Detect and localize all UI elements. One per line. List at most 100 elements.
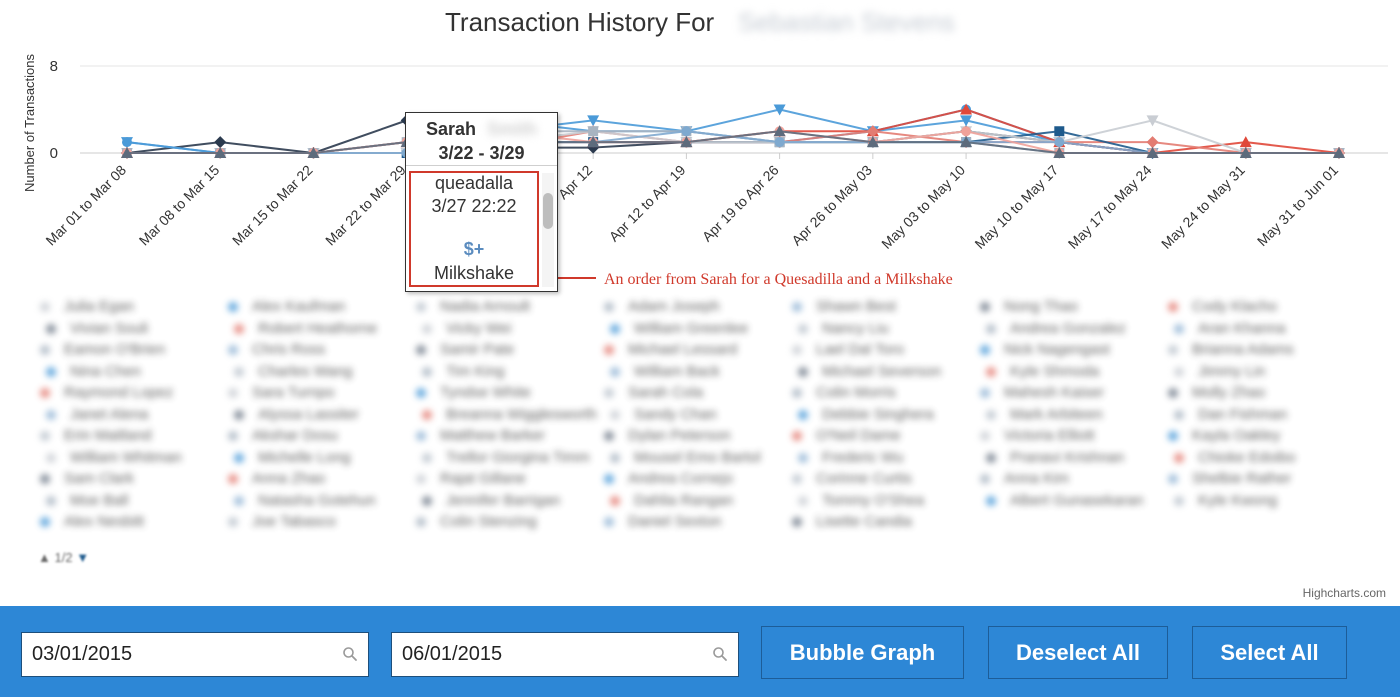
highcharts-credit[interactable]: Highcharts.com bbox=[1303, 586, 1386, 600]
legend-item[interactable]: Breanna Wigglesworth bbox=[422, 406, 597, 423]
legend-item[interactable]: Trellor Giorgina Timm bbox=[422, 449, 590, 466]
legend-item[interactable]: Shawn Best bbox=[792, 298, 896, 315]
legend-item[interactable]: Dahlia Rangan bbox=[610, 492, 733, 509]
search-icon[interactable] bbox=[342, 646, 358, 662]
legend-item[interactable]: Debbie Singhera bbox=[798, 406, 934, 423]
legend-item[interactable]: Andrea Cornejo bbox=[604, 470, 733, 487]
legend-item[interactable]: Vivian Souli bbox=[46, 320, 148, 337]
legend-item[interactable]: Pranavi Krishnan bbox=[986, 449, 1124, 466]
legend-prev-icon[interactable]: ▲ bbox=[38, 550, 51, 565]
legend-item[interactable]: Aran Khanna bbox=[1174, 320, 1286, 337]
legend-item[interactable]: William Back bbox=[610, 363, 720, 380]
legend-item-label: Nick Nagengast bbox=[1004, 341, 1110, 358]
legend-item[interactable]: Nancy Liu bbox=[798, 320, 889, 337]
start-date-input[interactable] bbox=[22, 633, 332, 676]
legend-item[interactable]: Mahesh Kaiser bbox=[980, 384, 1104, 401]
legend-item[interactable]: Chris Ross bbox=[228, 341, 325, 358]
legend-item[interactable]: Nina Chen bbox=[46, 363, 141, 380]
legend-item[interactable]: Alex Nesbitt bbox=[40, 513, 144, 530]
legend-item[interactable]: Raymond Lopez bbox=[40, 384, 173, 401]
legend-item[interactable]: Charles Wang bbox=[234, 363, 352, 380]
select-all-button[interactable]: Select All bbox=[1192, 626, 1347, 679]
legend-item[interactable]: Dan Fishman bbox=[1174, 406, 1287, 423]
legend-item[interactable]: William Greenlee bbox=[610, 320, 748, 337]
legend-item[interactable]: Lisette Candia bbox=[792, 513, 912, 530]
search-icon[interactable] bbox=[712, 646, 728, 662]
legend-item[interactable]: Akshar Dosu bbox=[228, 427, 338, 444]
legend-item[interactable]: Michelle Long bbox=[234, 449, 351, 466]
legend-item[interactable]: Cody Klacho bbox=[1168, 298, 1277, 315]
legend-item[interactable]: Rajat Gillane bbox=[416, 470, 526, 487]
legend-item-label: Matthew Barker bbox=[440, 427, 546, 444]
legend-item[interactable]: Alyssa Lassiter bbox=[234, 406, 359, 423]
legend-item[interactable]: Moe Ball bbox=[46, 492, 128, 509]
start-date-field[interactable] bbox=[21, 632, 369, 677]
legend-item[interactable]: Lael Dal Toro bbox=[792, 341, 904, 358]
legend-item[interactable]: Tommy O'Shea bbox=[798, 492, 924, 509]
legend-item[interactable]: Mark Arbiteen bbox=[986, 406, 1103, 423]
legend-item[interactable]: Alex Kaufman bbox=[228, 298, 345, 315]
legend-item[interactable]: Molly Zhao bbox=[1168, 384, 1265, 401]
legend-marker-icon bbox=[46, 409, 56, 420]
legend-item[interactable]: Sarah Cola bbox=[604, 384, 703, 401]
legend-item[interactable]: Kayla Oakley bbox=[1168, 427, 1280, 444]
tooltip-name: Sarah bbox=[425, 119, 476, 139]
legend-item[interactable]: Brianna Adams bbox=[1168, 341, 1294, 358]
legend-pagination[interactable]: ▲ 1/2 ▼ bbox=[38, 550, 89, 565]
legend-item[interactable]: Vicky Wei bbox=[422, 320, 511, 337]
legend-item[interactable]: Robert Heathorne bbox=[234, 320, 377, 337]
legend-item[interactable]: Mousel Emo Bartol bbox=[610, 449, 761, 466]
legend-item[interactable]: Erin Maitland bbox=[40, 427, 152, 444]
legend-item[interactable]: Dylan Peterson bbox=[604, 427, 731, 444]
x-tick-label: Mar 22 to Mar 29 bbox=[322, 162, 409, 249]
legend-item[interactable]: Joe Tabasco bbox=[228, 513, 336, 530]
legend-item[interactable]: Anna Zhao bbox=[228, 470, 325, 487]
legend-item[interactable]: Eamon O'Brien bbox=[40, 341, 165, 358]
legend-item[interactable]: Victoria Elliott bbox=[980, 427, 1095, 444]
legend-item[interactable]: Chioke Edoibo bbox=[1174, 449, 1296, 466]
legend-item[interactable]: Adam Joseph bbox=[604, 298, 720, 315]
legend-item[interactable]: Tyndse White bbox=[416, 384, 531, 401]
legend-item[interactable]: Julia Egan bbox=[40, 298, 134, 315]
legend-item[interactable]: Albert Gunasekaran bbox=[986, 492, 1143, 509]
legend-item[interactable]: Corinne Curtis bbox=[792, 470, 912, 487]
legend-item[interactable]: Sara Turnpo bbox=[228, 384, 335, 401]
legend-item[interactable]: Jennifer Barrigan bbox=[422, 492, 560, 509]
legend-item[interactable]: Kyle Kwong bbox=[1174, 492, 1277, 509]
legend-item[interactable]: Jimmy Lin bbox=[1174, 363, 1266, 380]
legend-next-icon[interactable]: ▼ bbox=[76, 550, 89, 565]
bubble-graph-button[interactable]: Bubble Graph bbox=[761, 626, 964, 679]
legend-item[interactable]: Samir Pate bbox=[416, 341, 514, 358]
legend-item[interactable]: Natasha Gotehun bbox=[234, 492, 376, 509]
legend-marker-icon bbox=[798, 366, 808, 377]
legend-item[interactable]: Sam Clark bbox=[40, 470, 134, 487]
legend-item[interactable]: Sandy Chan bbox=[610, 406, 717, 423]
legend-item[interactable]: Daniel Sexton bbox=[604, 513, 721, 530]
legend-item[interactable]: Nick Nagengast bbox=[980, 341, 1110, 358]
legend-marker-icon bbox=[1174, 323, 1184, 334]
legend-item[interactable]: Colin Stenzing bbox=[416, 513, 537, 530]
tooltip-scrollbar[interactable] bbox=[542, 173, 554, 287]
legend-item-label: Colin Morris bbox=[816, 384, 897, 401]
legend-item[interactable]: Anna Kim bbox=[980, 470, 1069, 487]
y-axis-ticks: 08 bbox=[50, 58, 58, 162]
legend-item[interactable]: Colin Morris bbox=[792, 384, 896, 401]
legend-item[interactable]: Shelbie Rather bbox=[1168, 470, 1291, 487]
legend-item[interactable]: Matthew Barker bbox=[416, 427, 545, 444]
legend-item[interactable]: Tim King bbox=[422, 363, 505, 380]
legend-item[interactable]: Nong Thao bbox=[980, 298, 1078, 315]
legend-item[interactable]: Kyle Shmoda bbox=[986, 363, 1099, 380]
legend-item[interactable]: Andrea Gonzalez bbox=[986, 320, 1126, 337]
legend-item[interactable]: Michael Lessard bbox=[604, 341, 737, 358]
legend-item[interactable]: Nadia Arnoult bbox=[416, 298, 530, 315]
legend-item[interactable]: O'Neil Dame bbox=[792, 427, 901, 444]
end-date-input[interactable] bbox=[392, 633, 702, 676]
tooltip-scrollbar-thumb[interactable] bbox=[543, 193, 553, 229]
legend-item[interactable]: William Whitman bbox=[46, 449, 182, 466]
legend-item[interactable]: Frederic Wu bbox=[798, 449, 903, 466]
end-date-field[interactable] bbox=[391, 632, 739, 677]
tooltip-price: $+ bbox=[463, 239, 485, 259]
legend-item[interactable]: Michael Severson bbox=[798, 363, 941, 380]
legend-item[interactable]: Janet Alena bbox=[46, 406, 148, 423]
deselect-all-button[interactable]: Deselect All bbox=[988, 626, 1168, 679]
